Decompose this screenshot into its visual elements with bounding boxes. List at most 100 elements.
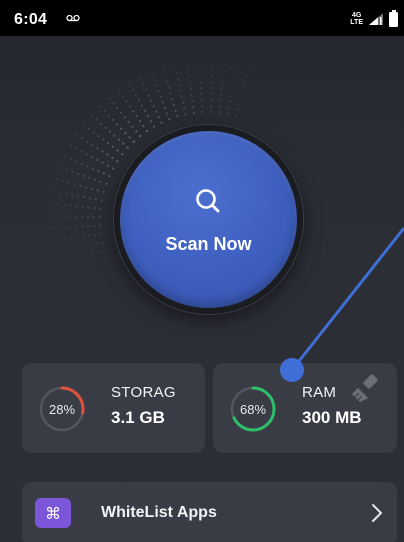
decoration-dot [116,107,119,110]
decoration-dot [121,95,125,98]
decoration-dot [166,112,169,115]
decoration-dot [83,123,86,127]
decoration-dot [108,97,111,100]
decoration-dot [93,233,97,236]
decoration-dot [86,215,90,218]
decoration-dot [116,149,119,152]
decoration-dot [200,87,203,90]
decoration-dot [201,111,204,114]
decoration-dot [58,238,61,241]
decoration-dot [228,100,231,104]
ram-value: 300 MB [302,408,362,427]
decoration-dot [223,63,226,66]
decoration-dot [227,106,230,109]
decoration-dot [69,144,72,147]
decoration-dot [244,79,247,82]
decoration-dot [159,95,162,98]
decoration-dot [131,125,134,128]
decoration-dot [71,170,74,173]
decoration-dot [95,242,98,245]
decoration-dot [66,272,70,275]
decoration-dot [132,110,135,113]
status-time: 6:04 [14,11,48,28]
decoration-dot [77,246,80,249]
decoration-dot [98,282,100,284]
decoration-dot [116,123,119,126]
decoration-dot [74,258,77,261]
decoration-dot [218,105,221,108]
decoration-dot [99,233,102,236]
decoration-dot [99,207,102,210]
decoration-dot [51,227,54,230]
decoration-dot [105,182,108,185]
decoration-dot [56,178,59,181]
decoration-dot [86,165,89,168]
decoration-dot [100,259,103,262]
decoration-dot [222,75,225,78]
decoration-dot [80,256,83,259]
decoration-dot [210,98,213,102]
storage-value: 3.1 GB [111,408,165,427]
decoration-dot [160,121,163,124]
decoration-dot [187,70,190,73]
decoration-dot [82,235,85,238]
decoration-dot [200,105,204,108]
decoration-dot [220,87,223,90]
decoration-dot [162,69,165,72]
decoration-dot [222,69,225,72]
decoration-dot [189,88,192,91]
ram-card[interactable]: 68% RAM 300 MB [213,363,397,453]
decoration-dot [87,275,90,278]
decoration-dot [199,75,202,78]
decoration-dot [69,157,73,161]
decoration-dot [100,199,103,202]
decoration-dot [87,234,91,237]
decoration-dot [108,175,111,178]
decoration-dot [66,248,69,251]
decoration-dot [93,224,96,228]
decoration-dot [69,204,72,207]
whitelist-apps-row[interactable]: ⌘ WhiteList Apps [22,482,397,542]
decoration-dot [247,68,250,71]
decoration-dot [210,74,213,78]
decoration-dot [171,98,174,101]
storage-card[interactable]: 28% STORAG 3.1 GB [22,363,205,453]
decoration-dot [98,216,102,219]
decoration-dot [221,81,224,84]
decoration-dot [97,170,100,173]
decoration-dot [163,106,167,110]
decoration-dot [72,284,74,286]
decoration-dot [87,225,90,228]
decoration-dot [200,93,203,96]
scan-now-button[interactable]: Scan Now [120,131,297,308]
signal-icon [369,13,383,25]
status-icons: 4G LTE [350,9,398,29]
decoration-dot [87,288,89,290]
decoration-dot [99,122,103,125]
decoration-dot [199,81,202,84]
battery-icon [389,9,398,27]
annotation-line [290,227,404,371]
decoration-dot [113,134,116,137]
decoration-dot [151,73,154,76]
decoration-dot [157,116,160,119]
decoration-dot [145,129,148,133]
decoration-dot [51,214,54,217]
brush-icon [352,374,378,402]
decoration-dot [192,111,195,114]
decoration-dot [76,133,79,137]
decoration-dot [122,142,125,145]
decoration-dot [102,190,105,194]
decoration-dot [155,84,158,87]
decoration-dot [218,111,221,114]
whitelist-apps-label: WhiteList Apps [101,504,217,521]
decoration-dot [81,205,84,208]
decoration-dot [128,105,131,108]
decoration-dot [241,91,244,94]
decoration-dot [210,80,213,84]
decoration-dot [111,118,115,121]
decoration-dot [226,112,229,115]
decoration-dot [96,147,99,150]
chevron-right-icon[interactable] [371,503,383,523]
decoration-dot [124,131,127,135]
